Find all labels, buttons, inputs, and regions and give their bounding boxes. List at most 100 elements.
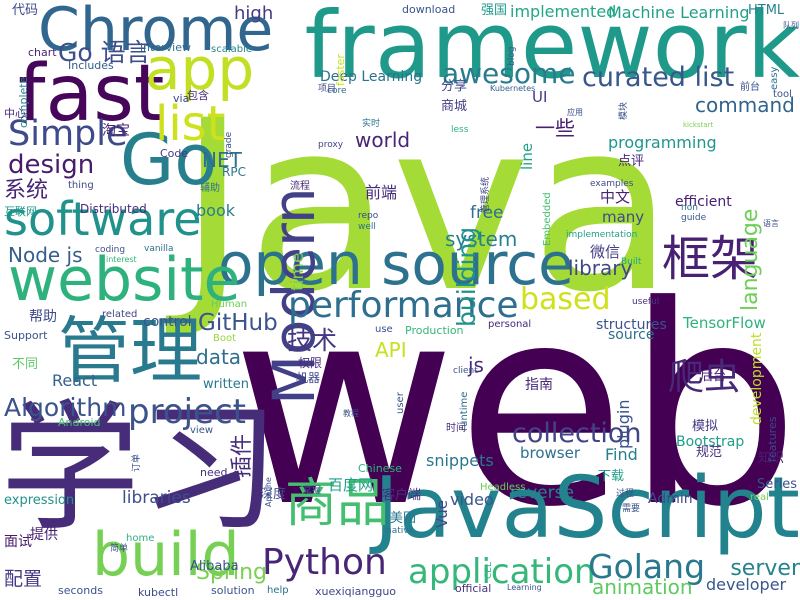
word-github-39: GitHub	[198, 310, 278, 336]
word-cjk-182: 过程	[616, 489, 635, 499]
word-cjk-105: 点评	[618, 154, 645, 169]
word-cel-168: CEL	[484, 561, 494, 579]
word-related-130: related	[102, 309, 138, 320]
word-series-81: Series	[757, 477, 797, 492]
word-cjk-51: 系统	[4, 178, 49, 203]
word-user-164: user	[395, 392, 406, 414]
word-proxy-150: proxy	[318, 140, 344, 150]
word-language-34: language	[738, 208, 763, 312]
word-cjk-172: 中心	[4, 107, 26, 120]
word-kubectl-137: kubectl	[138, 586, 179, 599]
word-cjk-74: 一些	[535, 116, 575, 140]
word-node-js-41: Node js	[8, 243, 83, 267]
word-thing-123: thing	[68, 180, 94, 191]
word-examples-146: examples	[590, 179, 634, 189]
word-cjk-67: 中文	[600, 188, 631, 206]
word-interest-157: interest	[106, 255, 137, 264]
word-cjk-117: 包含	[187, 89, 209, 102]
word-expression-110: expression	[4, 493, 75, 508]
word-cjk-179: 订单	[132, 453, 142, 472]
word-control-85: control	[143, 314, 192, 330]
word-official-135: official	[455, 582, 492, 595]
word-grade-149: grade	[224, 131, 234, 158]
word-based-27: based	[520, 282, 611, 317]
word-repo-158: repo	[358, 211, 379, 221]
word-solution-134: solution	[211, 584, 255, 597]
word-cjk-186: 前台	[740, 82, 760, 93]
word-alibaba-109: Alibaba	[190, 559, 239, 574]
word-kubernetes-169: Kubernetes	[490, 84, 536, 93]
word-cjk-101: 美团	[390, 511, 417, 526]
word-boot-129: Boot	[213, 333, 237, 344]
word-use-133: use	[375, 324, 393, 335]
word-cjk-91: 机器	[296, 371, 321, 385]
word-non-148: non	[681, 203, 698, 213]
word-embedded-162: Embedded	[542, 192, 553, 246]
word-cjk-175: 管理系统	[481, 176, 491, 213]
word-home-143: home	[126, 533, 155, 544]
word-vanilla-156: vanilla	[144, 244, 174, 254]
word-python-23: Python	[262, 542, 387, 583]
word-cloud: Java web 学习 framework JavaScript Chrome fast ap…	[0, 0, 800, 600]
word-headless-144: Headless	[480, 482, 526, 493]
word-cjk-94: 提供	[30, 527, 58, 543]
word-download-118: download	[402, 3, 456, 16]
word-kickstart-191: kickstart	[683, 121, 714, 129]
word-developer-60: developer	[706, 575, 787, 594]
word-chart-115: chart	[28, 46, 57, 59]
word-complete-122: complete	[17, 76, 30, 129]
word-data-47: data	[196, 345, 242, 369]
word-admin-80: Admin	[648, 491, 693, 507]
word-implemented-45: implemented	[510, 2, 617, 21]
word-video-58: video	[450, 490, 494, 509]
word-native-166: native	[386, 526, 415, 536]
word-list-16: list	[155, 96, 226, 152]
word-client-165: client	[453, 366, 478, 376]
word-curated-list-25: curated list	[582, 62, 735, 93]
word-find-65: Find	[605, 445, 638, 464]
word-interview-113: interview	[140, 41, 191, 54]
word-guide-147: guide	[681, 213, 707, 223]
word-cjk-171: 互联网	[4, 205, 37, 218]
word-code-111: Code	[160, 147, 189, 160]
word-features-126: features	[766, 416, 779, 463]
word-cjk-180: 教程	[343, 409, 359, 418]
word-cjk-76: 微信	[590, 243, 621, 261]
word-cjk-187: 模块	[619, 101, 629, 120]
word-cjk-97: 模拟	[692, 419, 719, 434]
word-cjk-178: 时间	[446, 423, 466, 434]
word-cjk-184: 语言	[763, 219, 779, 228]
word-cjk-92: 配置	[4, 568, 43, 590]
word-coding-155: coding	[95, 245, 126, 255]
word-high-46: high	[234, 3, 274, 24]
word-xuexiqiangguo-139: xuexiqiangguo	[315, 585, 397, 598]
word-cjk-181: 需要	[622, 504, 641, 514]
word-cjk-104: 商城	[441, 99, 468, 114]
word-book-61: book	[196, 201, 235, 220]
word-source-72: source	[608, 327, 655, 343]
word-built-160: Built	[621, 257, 642, 267]
word-line-77: line	[518, 142, 536, 170]
word-time-54: time	[288, 252, 308, 292]
word-support-131: Support	[4, 329, 48, 342]
word-view-142: view	[190, 425, 214, 436]
word-development-70: development	[749, 332, 765, 425]
word-cjk-93: 面试	[4, 534, 32, 550]
word-faster-119: faster	[334, 54, 347, 87]
word-cjk-176: 流程	[290, 181, 310, 192]
word-production-127: Production	[405, 324, 464, 337]
word-learning-167: Learning	[507, 583, 542, 592]
word-cjk-89: 帮助	[29, 309, 57, 325]
word-cjk-102: 淘宝	[102, 123, 130, 139]
word-includes-114: Includes	[68, 59, 114, 72]
word-cjk-82: 指南	[525, 377, 553, 393]
word-tool-154: tool	[773, 89, 792, 100]
word-cjk-100: 下载	[598, 469, 625, 484]
word-cjk-173: 项目	[318, 84, 337, 94]
word-libraries-59: libraries	[122, 488, 191, 508]
word-cjk-98: 后台	[700, 369, 727, 384]
word-help-138: help	[267, 585, 289, 596]
word-blog-153: blog	[507, 46, 517, 66]
word-rpc-112: RPC	[222, 165, 246, 179]
word-cjk-189: 掌握	[303, 486, 322, 496]
